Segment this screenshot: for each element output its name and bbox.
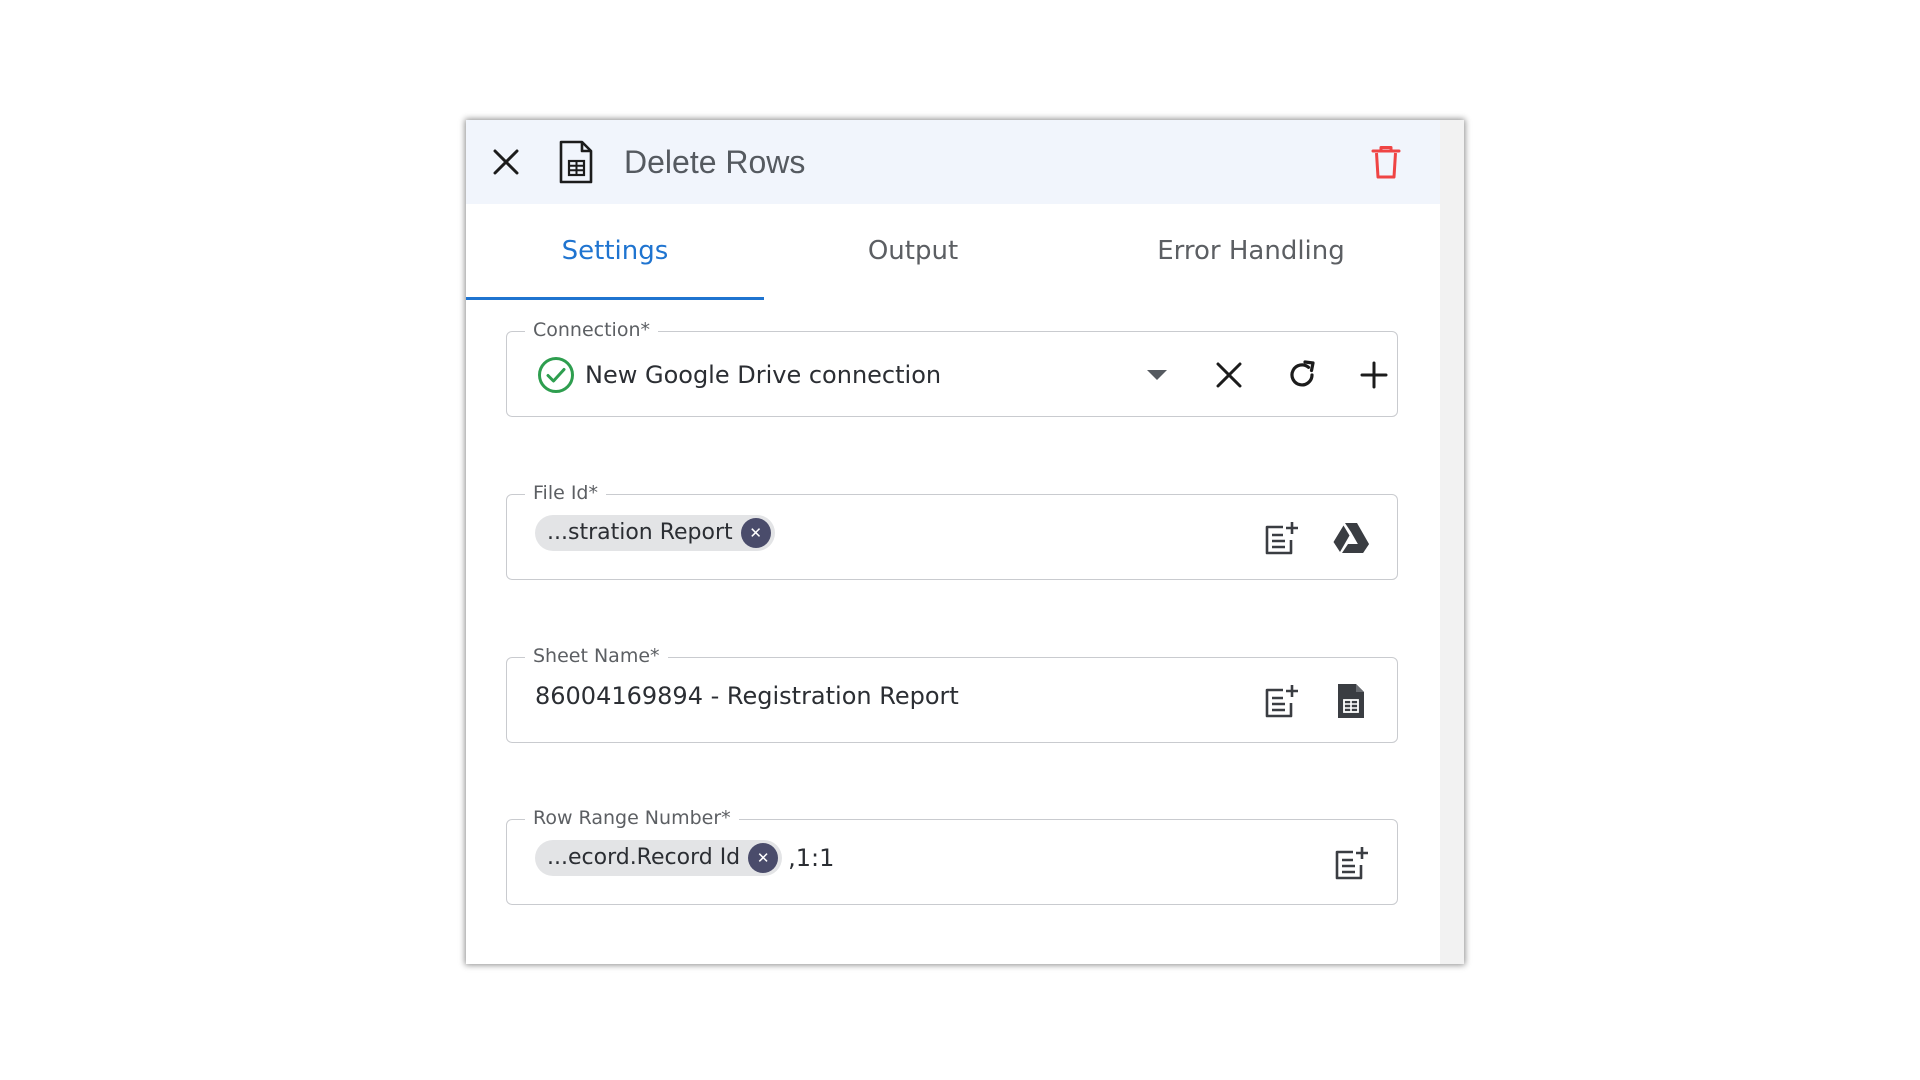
chip-remove-icon[interactable]: ✕ (740, 518, 771, 548)
tab-error-handling[interactable]: Error Handling (1062, 204, 1440, 297)
file-id-value-wrap: ...stration Report ✕ (535, 515, 775, 551)
tab-output[interactable]: Output (764, 204, 1062, 297)
delete-rows-panel: Delete Rows Settings Output Error Handli… (466, 120, 1464, 964)
insert-variable-icon (1335, 847, 1368, 880)
file-id-insert-variable-button[interactable] (1259, 516, 1303, 560)
sheet-picker-button[interactable] (1329, 679, 1373, 723)
clear-icon (1216, 362, 1242, 388)
row-range-suffix[interactable]: ,1:1 (788, 840, 834, 876)
sheet-name-insert-variable-button[interactable] (1259, 679, 1303, 723)
connection-field[interactable]: Connection* New Google Drive connection (506, 318, 1398, 417)
panel-title: Delete Rows (624, 144, 806, 180)
google-drive-picker-button[interactable] (1329, 516, 1373, 560)
scrollbar-track[interactable] (1440, 120, 1464, 964)
chip-remove-icon[interactable]: ✕ (748, 843, 779, 873)
refresh-connection-button[interactable] (1280, 353, 1324, 397)
insert-variable-icon (1265, 685, 1298, 718)
connection-dropdown-button[interactable] (1135, 353, 1179, 397)
sheet-name-label: Sheet Name* (525, 644, 668, 668)
panel-header: Delete Rows (466, 120, 1440, 204)
row-range-insert-variable-button[interactable] (1329, 841, 1373, 885)
clear-connection-button[interactable] (1207, 353, 1251, 397)
sheet-name-value[interactable]: 86004169894 - Registration Report (535, 678, 959, 714)
dropdown-arrow-icon (1147, 370, 1167, 380)
file-id-chip-label: ...stration Report (547, 520, 733, 545)
add-connection-button[interactable] (1352, 353, 1396, 397)
close-icon (493, 149, 519, 175)
delete-button[interactable] (1364, 140, 1408, 184)
connection-value: New Google Drive connection (585, 361, 942, 389)
check-circle-icon (538, 357, 574, 393)
connection-label: Connection* (525, 318, 659, 342)
sheet-name-field[interactable]: Sheet Name* 86004169894 - Registration R… (506, 644, 1398, 743)
tab-settings[interactable]: Settings (466, 204, 764, 297)
file-id-label: File Id* (525, 481, 606, 505)
insert-variable-icon (1265, 522, 1298, 555)
connection-value-wrap: New Google Drive connection (537, 356, 941, 394)
google-drive-icon (1333, 523, 1369, 553)
file-id-chip[interactable]: ...stration Report ✕ (535, 515, 775, 551)
active-tab-indicator (466, 297, 764, 300)
trash-icon (1371, 146, 1401, 179)
tab-bar: Settings Output Error Handling (466, 204, 1440, 300)
close-button[interactable] (486, 142, 526, 182)
row-range-label: Row Range Number* (525, 806, 739, 830)
row-range-chip-label: ...ecord.Record Id (547, 845, 741, 870)
google-sheets-file-icon (554, 138, 598, 186)
row-range-chip[interactable]: ...ecord.Record Id ✕ (535, 840, 783, 876)
file-id-field[interactable]: File Id* ...stration Report ✕ (506, 481, 1398, 580)
row-range-value-wrap: ...ecord.Record Id ✕ ,1:1 (535, 840, 834, 876)
refresh-icon (1290, 360, 1315, 387)
sheet-file-icon (1338, 684, 1364, 718)
row-range-field[interactable]: Row Range Number* ...ecord.Record Id ✕ ,… (506, 806, 1398, 905)
add-icon (1360, 361, 1388, 389)
